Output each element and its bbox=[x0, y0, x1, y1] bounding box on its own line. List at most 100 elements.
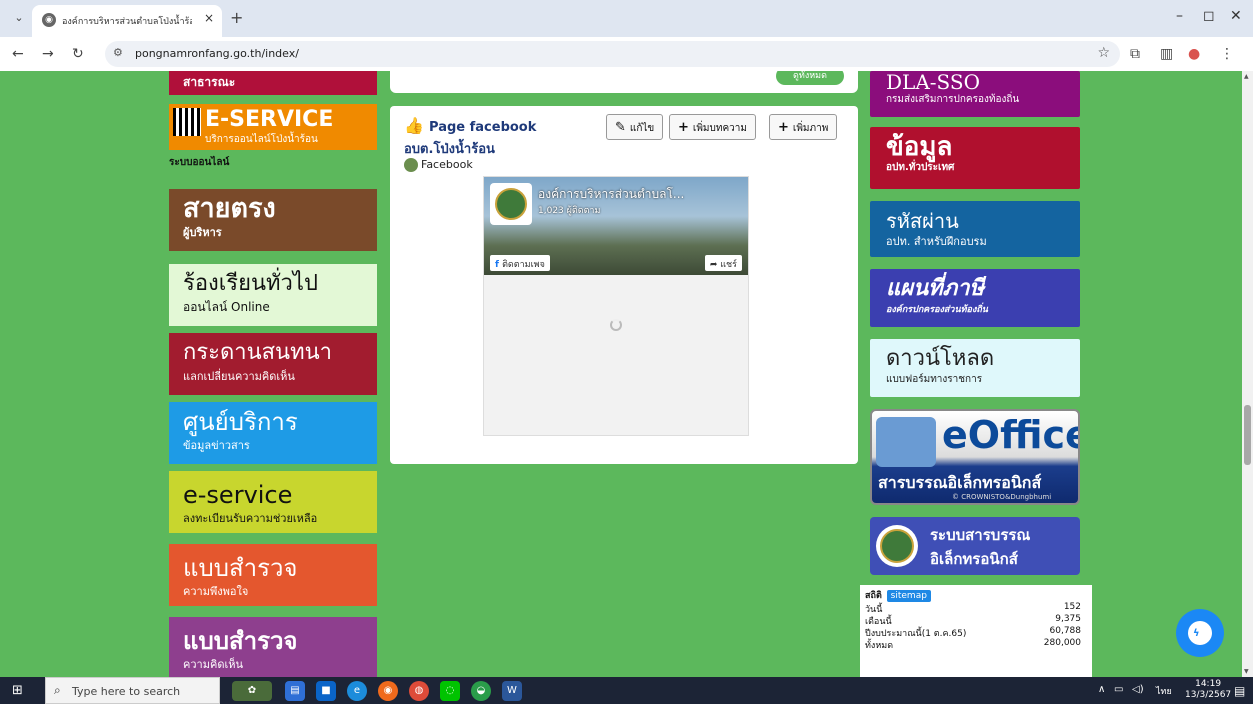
menu-tile-download[interactable]: ดาวน์โหลด แบบฟอร์มทางราชการ bbox=[870, 339, 1080, 397]
menu-tile-password[interactable]: รหัสผ่าน อปท. สำหรับฝึกอบรม bbox=[870, 201, 1080, 257]
taskbar-search-placeholder: Type here to search bbox=[72, 685, 181, 698]
network-icon[interactable]: ▭ bbox=[1114, 684, 1123, 695]
menu-tile-lao-data[interactable]: ข้อมูล อปท.ทั่วประเทศ bbox=[870, 127, 1080, 189]
view-all-button[interactable]: ดูทั้งหมด bbox=[776, 71, 844, 85]
add-image-button-label: เพิ่มภาพ bbox=[792, 123, 829, 134]
facebook-source-logo-icon bbox=[404, 158, 418, 172]
tray-chevron-icon[interactable]: ∧ bbox=[1098, 684, 1105, 695]
volume-icon[interactable]: ◁) bbox=[1132, 684, 1144, 695]
menu-tile-title: รหัสผ่าน bbox=[886, 209, 959, 233]
scroll-down-arrow-icon[interactable]: ▼ bbox=[1244, 668, 1249, 675]
menu-tile-service-center[interactable]: ศูนย์บริการ ข้อมูลข่าวสาร bbox=[169, 402, 377, 464]
e-saraban-banner[interactable]: ระบบสารบรรณ อิเล็กทรอนิกส์ bbox=[870, 517, 1080, 575]
task-view-icon[interactable]: ▤ bbox=[285, 681, 305, 701]
new-tab-button[interactable]: + bbox=[230, 8, 243, 27]
taskbar-clock[interactable]: 14:19 13/3/2567 bbox=[1185, 679, 1231, 701]
extensions-icon[interactable]: ⧉ bbox=[1130, 46, 1140, 62]
page-scrollbar[interactable]: ▲ ▼ bbox=[1242, 71, 1253, 677]
facebook-panel-header: 👍 Page facebook bbox=[404, 116, 536, 135]
address-bar[interactable]: ⚙ pongnamronfang.go.th/index/ ☆ bbox=[105, 41, 1120, 67]
taskbar-search-box[interactable]: ⌕ Type here to search bbox=[45, 677, 220, 704]
minimize-button[interactable]: – bbox=[1176, 8, 1183, 24]
menu-tile-subtitle: ความพึงพอใจ bbox=[183, 585, 249, 598]
browser-menu-icon[interactable]: ⋮ bbox=[1220, 46, 1234, 62]
organization-logo bbox=[876, 525, 918, 567]
word-icon[interactable]: W bbox=[502, 681, 522, 701]
bookmark-star-icon[interactable]: ☆ bbox=[1097, 45, 1110, 61]
stats-value: 280,000 bbox=[1043, 638, 1081, 648]
edit-button-label: แก้ไข bbox=[629, 123, 655, 134]
eservice-caption: ระบบออนไลน์ bbox=[169, 157, 230, 168]
stats-row-today: วันนี้ 152 bbox=[865, 602, 1087, 615]
menu-tile-tax-map[interactable]: แผนที่ภาษี องค์กรปกครองส่วนท้องถิ่น bbox=[870, 269, 1080, 327]
menu-tile-subtitle: อปท.ทั่วประเทศ bbox=[886, 162, 955, 173]
clock-time: 14:19 bbox=[1195, 679, 1222, 689]
facebook-cover-image[interactable]: องค์การบริหารส่วนตำบลโ... 1,023 ผู้ติดตา… bbox=[484, 177, 748, 275]
follow-page-label: ติดตามเพจ bbox=[502, 260, 545, 270]
scrollbar-thumb[interactable] bbox=[1244, 405, 1251, 465]
stats-row-total: ทั้งหมด 280,000 bbox=[865, 638, 1087, 651]
menu-tile-complaint[interactable]: ร้องเรียนทั่วไป ออนไลน์ Online bbox=[169, 264, 377, 326]
menu-tile-title: แบบสำรวจ bbox=[183, 554, 298, 582]
eoffice-disk-icon bbox=[876, 417, 936, 467]
menu-tile-e-service-register[interactable]: e-service ลงทะเบียนรับความช่วยเหลือ bbox=[169, 471, 377, 533]
windows-start-icon[interactable]: ⊞ bbox=[12, 683, 23, 698]
edit-button[interactable]: ✎ แก้ไข bbox=[606, 114, 664, 140]
menu-tile-direct-line[interactable]: สายตรง ผู้บริหาร bbox=[169, 189, 377, 251]
tab-search-chevron-icon[interactable]: ⌄ bbox=[10, 9, 28, 27]
sitemap-link[interactable]: sitemap bbox=[886, 590, 931, 602]
browser-tab[interactable]: ◉ องค์การบริหารส่วนตำบลโป่งน้ำร้อน อ. × bbox=[32, 5, 222, 37]
forward-arrow-icon[interactable]: → bbox=[42, 46, 54, 62]
side-panel-icon[interactable]: ▥ bbox=[1160, 46, 1173, 62]
facebook-panel-title: Page facebook bbox=[429, 120, 537, 135]
eoffice-credit: © CROWNISTO&Dungbhumi bbox=[952, 493, 1052, 501]
menu-tile-opinion-survey[interactable]: แบบสำรวจ ความคิดเห็น bbox=[169, 617, 377, 677]
menu-tile-subtitle: ความคิดเห็น bbox=[183, 658, 243, 671]
menu-tile-forum[interactable]: กระดานสนทนา แลกเปลี่ยนความคิดเห็น bbox=[169, 333, 377, 395]
site-info-icon[interactable]: ⚙ bbox=[113, 46, 123, 59]
url-text[interactable]: pongnamronfang.go.th/index/ bbox=[135, 47, 299, 60]
search-icon: ⌕ bbox=[54, 683, 61, 697]
input-language[interactable]: ไทย bbox=[1156, 684, 1172, 698]
menu-tile-public[interactable]: สาธารณะ bbox=[169, 71, 377, 95]
add-image-button[interactable]: + เพิ่มภาพ bbox=[769, 114, 838, 140]
profile-avatar-icon[interactable]: ● bbox=[1188, 46, 1200, 62]
weather-widget-icon[interactable]: ✿ bbox=[232, 681, 272, 701]
stats-header: สถิติ bbox=[865, 591, 882, 601]
share-label: แชร์ bbox=[720, 260, 737, 270]
reload-icon[interactable]: ↻ bbox=[72, 46, 84, 62]
share-button[interactable]: ➦ แชร์ bbox=[704, 255, 742, 271]
facebook-page-name[interactable]: องค์การบริหารส่วนตำบลโ... bbox=[538, 185, 684, 204]
close-window-button[interactable]: ✕ bbox=[1230, 8, 1242, 24]
add-post-button[interactable]: + เพิ่มบทความ bbox=[669, 114, 756, 140]
facebook-panel: 👍 Page facebook อบต.โป่งน้ำร้อน Facebook… bbox=[390, 106, 858, 464]
line-app-icon[interactable]: ◌ bbox=[440, 681, 460, 701]
maximize-button[interactable]: ◻ bbox=[1203, 8, 1215, 24]
menu-tile-dla-sso[interactable]: DLA-SSO กรมส่งเสริมการปกครองท้องถิ่น bbox=[870, 71, 1080, 117]
firefox-icon[interactable]: ◉ bbox=[378, 681, 398, 701]
app-green-icon[interactable]: ◒ bbox=[471, 681, 491, 701]
chrome-icon[interactable]: ◍ bbox=[409, 681, 429, 701]
messenger-chat-button[interactable]: ϟ bbox=[1176, 609, 1224, 657]
facebook-icon: f bbox=[495, 260, 503, 270]
plus-icon: + bbox=[778, 120, 789, 135]
facebook-page-logo[interactable] bbox=[490, 183, 532, 225]
menu-tile-title: e-service bbox=[183, 481, 293, 509]
menu-tile-subtitle: องค์กรปกครองส่วนท้องถิ่น bbox=[886, 305, 988, 315]
facebook-panel-subtitle: อบต.โป่งน้ำร้อน bbox=[404, 142, 495, 157]
back-arrow-icon[interactable]: ← bbox=[12, 46, 24, 62]
menu-tile-title: แผนที่ภาษี bbox=[886, 276, 984, 301]
menu-tile-eservice[interactable]: E-SERVICE บริการออนไลน์โป่งน้ำร้อน bbox=[169, 104, 377, 150]
stats-label: ทั้งหมด bbox=[865, 641, 894, 651]
tab-close-icon[interactable]: × bbox=[204, 11, 214, 25]
notifications-icon[interactable]: ▤ bbox=[1234, 684, 1245, 698]
menu-tile-title: ดาวน์โหลด bbox=[886, 346, 995, 371]
windows-taskbar: ⊞ ⌕ Type here to search ✿ ▤ ■ e ◉ ◍ ◌ ◒ … bbox=[0, 677, 1253, 704]
store-icon[interactable]: ■ bbox=[316, 681, 336, 701]
menu-tile-satisfaction-survey[interactable]: แบบสำรวจ ความพึงพอใจ bbox=[169, 544, 377, 606]
edge-browser-icon[interactable]: e bbox=[347, 681, 367, 701]
menu-tile-subtitle: แลกเปลี่ยนความคิดเห็น bbox=[183, 370, 295, 383]
follow-page-button[interactable]: f ติดตามเพจ bbox=[490, 255, 550, 271]
eoffice-banner[interactable]: eOffice สารบรรณอิเล็กทรอนิกส์ © CROWNIST… bbox=[870, 409, 1080, 505]
scroll-up-arrow-icon[interactable]: ▲ bbox=[1244, 73, 1249, 80]
